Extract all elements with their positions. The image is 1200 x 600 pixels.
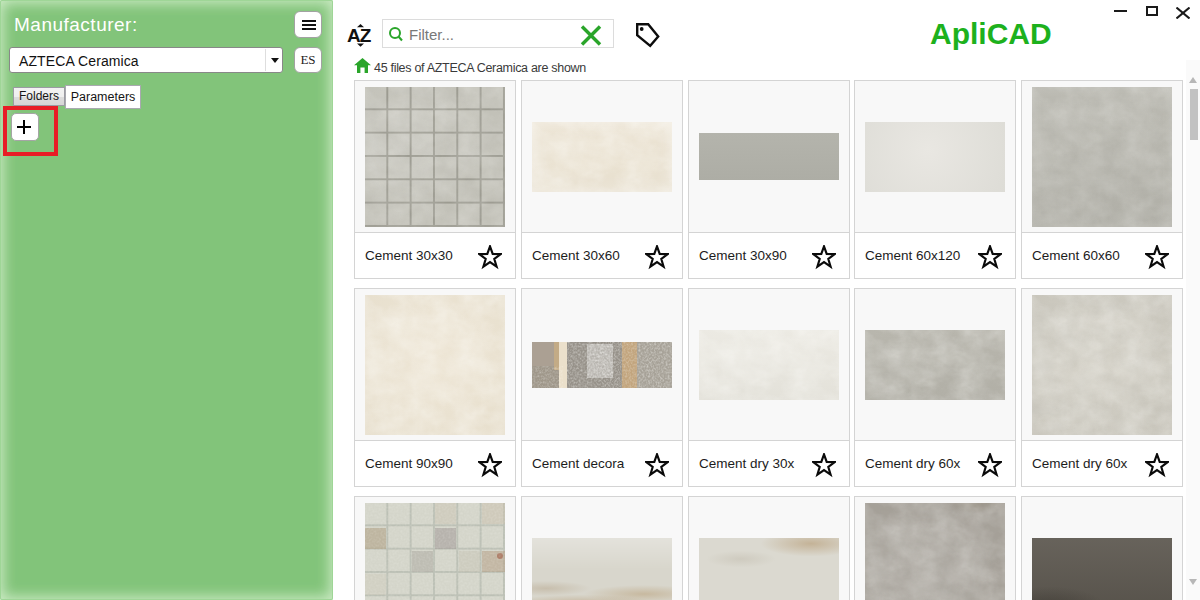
svg-text:AZ: AZ (347, 25, 372, 46)
